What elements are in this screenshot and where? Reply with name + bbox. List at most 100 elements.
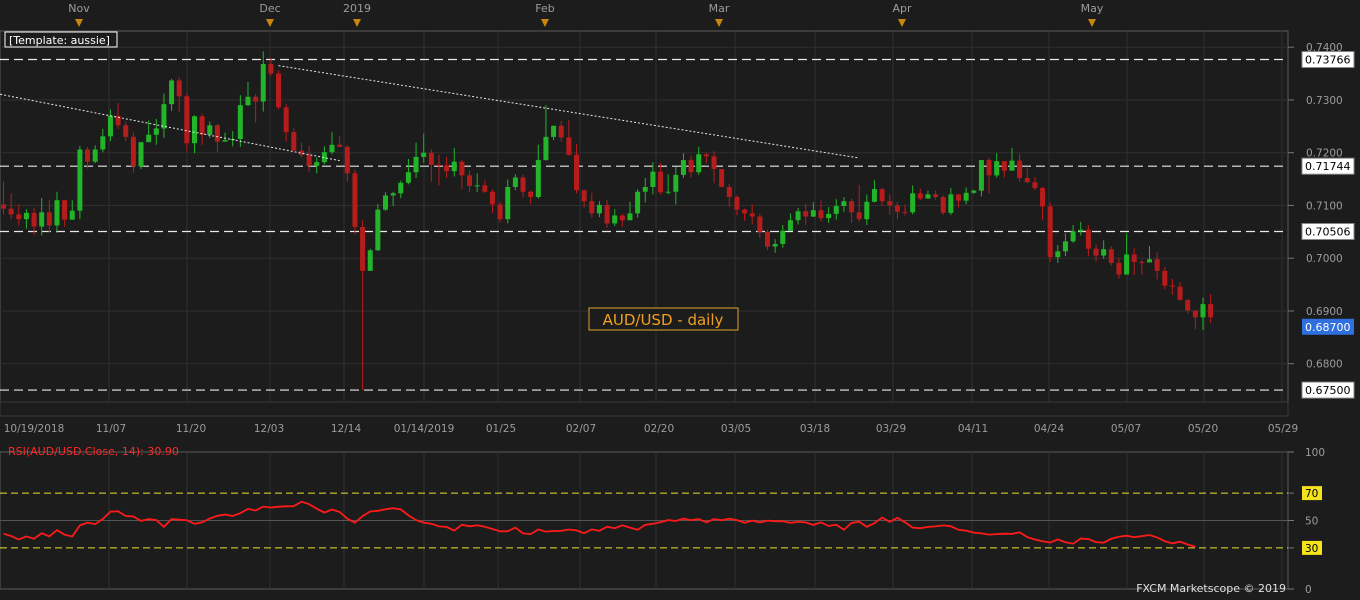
- candle-body: [123, 125, 129, 137]
- candle-body: [413, 156, 419, 173]
- candle-body: [1009, 160, 1015, 171]
- candle-body: [642, 186, 648, 192]
- candle-body: [329, 144, 335, 153]
- candle-body: [405, 172, 411, 183]
- candle-body: [543, 136, 549, 161]
- rsi-y-label: 50: [1305, 516, 1318, 528]
- candle-body: [100, 136, 106, 150]
- candle-body: [818, 210, 824, 219]
- candle-body: [856, 212, 862, 220]
- candle-body: [1154, 259, 1160, 271]
- candle-body: [902, 211, 908, 213]
- candle-body: [772, 243, 778, 247]
- candle-body: [1, 204, 6, 209]
- candle-body: [680, 160, 686, 175]
- y-tick-label: 0.7300: [1306, 95, 1343, 107]
- candle-body: [711, 156, 717, 170]
- price-level-label: 0.71744: [1305, 160, 1351, 173]
- candle-body: [1169, 285, 1175, 287]
- candle-body: [826, 213, 832, 219]
- x-tick-label: 03/29: [876, 423, 906, 435]
- candle-body: [833, 205, 839, 214]
- candle-body: [184, 96, 190, 144]
- candle-body: [894, 205, 900, 212]
- candle-body: [31, 212, 37, 227]
- x-tick-label: 04/24: [1034, 423, 1065, 435]
- candle-body: [1108, 249, 1114, 263]
- template-label: [Template: aussie]: [9, 34, 110, 47]
- candle-body: [726, 186, 732, 198]
- candle-body: [276, 73, 282, 108]
- candle-body: [260, 64, 266, 102]
- candle-body: [337, 144, 343, 147]
- candle-body: [237, 105, 243, 139]
- month-marker-label: 2019: [343, 2, 371, 15]
- candle-body: [1139, 261, 1145, 263]
- candle-body: [138, 142, 144, 167]
- y-tick-label: 0.7200: [1306, 148, 1343, 160]
- month-marker-label: Nov: [68, 2, 90, 15]
- x-tick-label: 05/07: [1111, 423, 1141, 435]
- x-tick-label: 03/05: [721, 423, 751, 435]
- candle-body: [673, 174, 679, 192]
- candle-body: [520, 177, 526, 192]
- candle-body: [1032, 182, 1038, 189]
- candle-body: [612, 215, 618, 224]
- candle-body: [130, 136, 136, 167]
- candle-body: [214, 125, 220, 142]
- candle-body: [696, 154, 702, 173]
- candle-body: [1192, 310, 1198, 318]
- y-tick-label: 0.7100: [1306, 200, 1343, 212]
- candle-body: [551, 125, 557, 137]
- candle-body: [665, 191, 671, 193]
- x-tick-label: 05/20: [1188, 423, 1218, 435]
- candle-body: [596, 204, 602, 214]
- candle-body: [398, 182, 404, 194]
- candle-body: [558, 125, 564, 138]
- candle-body: [85, 149, 91, 162]
- candle-body: [1185, 299, 1191, 311]
- candle-body: [344, 146, 350, 174]
- candle-body: [92, 149, 98, 162]
- x-tick-label: 12/14: [331, 423, 362, 435]
- last-price-label: 0.68700: [1305, 321, 1351, 334]
- watermark: FXCM Marketscope © 2019: [1136, 582, 1286, 595]
- candle-body: [917, 193, 923, 199]
- candle-body: [360, 227, 366, 271]
- candle-body: [207, 125, 213, 135]
- candle-body: [574, 154, 579, 191]
- price-level-label: 0.70506: [1305, 226, 1351, 239]
- candle-body: [971, 190, 977, 193]
- candle-body: [910, 193, 916, 213]
- rsi-y-label: 100: [1305, 447, 1325, 459]
- candle-body: [1208, 304, 1214, 318]
- x-tick-label: 04/11: [958, 423, 988, 435]
- candle-body: [1116, 262, 1122, 275]
- candle-body: [1101, 249, 1107, 256]
- candle-body: [306, 154, 312, 166]
- month-marker-label: Mar: [709, 2, 730, 15]
- candle-body: [887, 201, 893, 206]
- candle-body: [1093, 248, 1099, 256]
- candle-body: [1024, 178, 1030, 183]
- candle-body: [497, 204, 503, 220]
- candle-body: [291, 132, 297, 151]
- candle-body: [581, 190, 587, 202]
- candle-body: [1070, 231, 1076, 242]
- candle-body: [367, 250, 373, 271]
- candle-body: [1078, 229, 1084, 232]
- candle-body: [864, 201, 870, 220]
- month-marker-label: Apr: [892, 2, 912, 15]
- candle-body: [192, 116, 197, 144]
- candle-body: [948, 194, 954, 213]
- x-tick-label: 02/07: [566, 423, 596, 435]
- price-level-label: 0.73766: [1305, 54, 1351, 67]
- x-tick-label: 02/20: [644, 423, 674, 435]
- chart-canvas[interactable]: Nov Dec 2019 Feb Mar Apr May 0.737660.717440.7…: [0, 0, 1360, 596]
- candle-body: [46, 212, 52, 226]
- candle-body: [444, 165, 450, 172]
- candle-body: [589, 201, 595, 214]
- candle-body: [169, 80, 175, 105]
- candle-body: [703, 154, 709, 157]
- candle-body: [62, 200, 68, 220]
